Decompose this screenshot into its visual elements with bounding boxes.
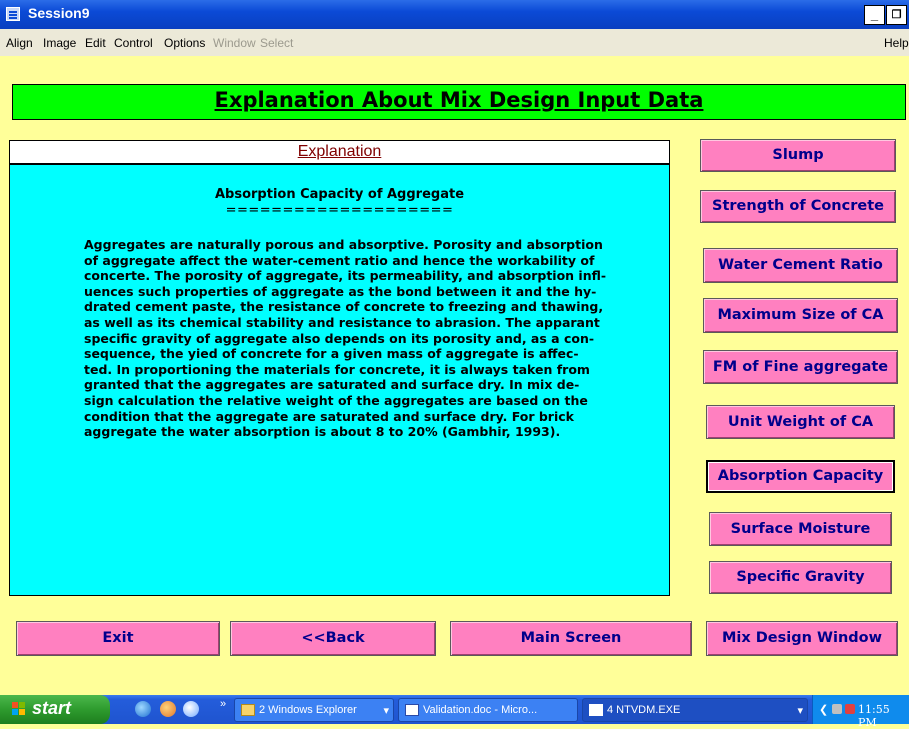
specific-gravity-button[interactable]: Specific Gravity <box>709 561 892 594</box>
menu-image[interactable]: Image <box>43 36 76 50</box>
absorption-capacity-button[interactable]: Absorption Capacity <box>706 460 895 493</box>
explanation-heading-bar: Explanation <box>9 140 670 164</box>
task-validation-doc[interactable]: Validation.doc - Micro... <box>398 698 578 722</box>
task-label: 2 Windows Explorer <box>259 704 357 716</box>
folder-icon <box>241 704 255 716</box>
restore-button[interactable]: ❐ <box>886 5 907 25</box>
media-player-icon[interactable] <box>160 701 176 717</box>
page-title: Explanation About Mix Design Input Data <box>214 88 704 112</box>
title-bar: Session9 _ ❐ <box>0 0 909 29</box>
surface-moisture-button[interactable]: Surface Moisture <box>709 512 892 546</box>
start-button[interactable]: start <box>0 695 110 724</box>
explanation-panel: Absorption Capacity of Aggregate =======… <box>9 164 670 596</box>
security-alert-icon[interactable] <box>845 704 855 714</box>
start-label: start <box>32 698 72 718</box>
windows-flag-icon <box>12 702 26 716</box>
mix-design-window-button[interactable]: Mix Design Window <box>706 621 898 656</box>
task-label: Validation.doc - Micro... <box>423 704 538 716</box>
unit-weight-ca-button[interactable]: Unit Weight of CA <box>706 405 895 439</box>
menu-options[interactable]: Options <box>164 36 205 50</box>
fm-fine-aggregate-button[interactable]: FM of Fine aggregate <box>703 350 898 384</box>
menu-select: Select <box>260 36 294 50</box>
browser-icon[interactable] <box>183 701 199 717</box>
console-icon <box>589 704 603 716</box>
menu-bar: Align Image Edit Control Options Window … <box>0 29 909 56</box>
menu-control[interactable]: Control <box>114 36 153 50</box>
system-tray: ❮ 11:55 PM <box>812 695 909 729</box>
menu-edit[interactable]: Edit <box>85 36 106 50</box>
slump-button[interactable]: Slump <box>700 139 896 172</box>
menu-window: Window <box>213 36 256 50</box>
explanation-subject: Absorption Capacity of Aggregate <box>214 187 465 202</box>
strength-of-concrete-button[interactable]: Strength of Concrete <box>700 190 896 223</box>
exit-button[interactable]: Exit <box>16 621 220 656</box>
task-windows-explorer[interactable]: 2 Windows Explorer ▾ <box>234 698 394 722</box>
app-icon[interactable] <box>6 7 20 21</box>
taskbar: start » 2 Windows Explorer ▾ Validation.… <box>0 695 909 729</box>
menu-help[interactable]: Help <box>884 36 909 50</box>
chevron-down-icon: ▾ <box>383 705 389 717</box>
water-cement-ratio-button[interactable]: Water Cement Ratio <box>703 248 898 283</box>
explanation-heading: Explanation <box>297 143 382 160</box>
menu-align[interactable]: Align <box>6 36 33 50</box>
page-header: Explanation About Mix Design Input Data <box>12 84 906 120</box>
window-title: Session9 <box>28 5 90 21</box>
subject-underline: ==================== <box>225 203 454 218</box>
back-button[interactable]: <<Back <box>230 621 436 656</box>
quick-launch-chevron-icon[interactable]: » <box>220 698 226 710</box>
task-ntvdm[interactable]: 4 NTVDM.EXE ▾ <box>582 698 808 722</box>
chevron-down-icon: ▾ <box>797 705 803 717</box>
explanation-body: Aggregates are naturally porous and abso… <box>84 237 607 440</box>
main-screen-button[interactable]: Main Screen <box>450 621 692 656</box>
internet-explorer-icon[interactable] <box>135 701 151 717</box>
clock[interactable]: 11:55 PM <box>858 703 909 729</box>
minimize-button[interactable]: _ <box>864 5 885 25</box>
task-label: 4 NTVDM.EXE <box>607 704 681 716</box>
tray-collapse-icon[interactable]: ❮ <box>819 703 828 716</box>
maximum-size-ca-button[interactable]: Maximum Size of CA <box>703 298 898 333</box>
network-icon[interactable] <box>832 704 842 714</box>
word-document-icon <box>405 704 419 716</box>
